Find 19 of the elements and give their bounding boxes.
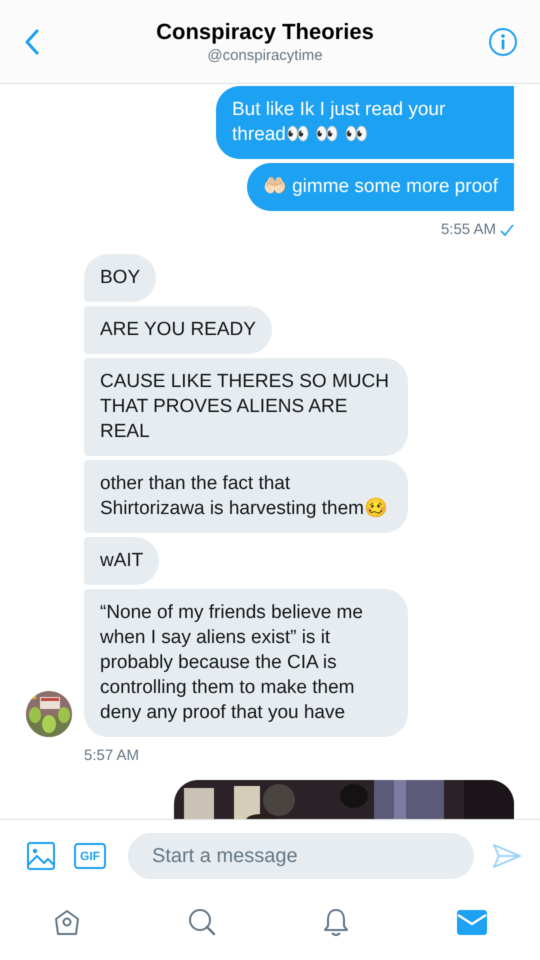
message-timestamp: 5:55 AM xyxy=(440,221,496,238)
received-message: other than the fact that Shirtorizawa is harvesting them🥴 xyxy=(84,460,408,533)
search-icon xyxy=(186,907,217,937)
sent-message: But like Ik I just read your thread👀 👀 👀 xyxy=(216,86,514,159)
received-message: ARE YOU READY xyxy=(84,306,272,354)
image-icon[interactable] xyxy=(26,841,56,871)
message-timestamp: 5:57 AM xyxy=(84,747,140,764)
received-message: “None of my friends believe me when I say aliens exist” is it probably because the CIA is controlling them to make them deny any proof that you have xyxy=(84,589,408,737)
received-message: CAUSE LIKE THERES SO MUCH THAT PROVES ALIENS ARE REAL xyxy=(84,358,408,456)
info-button[interactable] xyxy=(488,26,518,56)
user-handle: @conspiracytime xyxy=(207,47,323,64)
received-message: wAIT xyxy=(84,537,160,585)
sent-message: 🤲🏻 gimme some more proof xyxy=(246,163,514,211)
received-message: BOY xyxy=(84,254,156,302)
envelope-icon xyxy=(456,907,488,937)
gif-button[interactable]: GIF xyxy=(74,843,106,869)
message-input[interactable]: Start a message xyxy=(128,833,474,879)
send-icon[interactable] xyxy=(492,841,522,871)
conversation-title: Conspiracy Theories xyxy=(156,19,374,45)
